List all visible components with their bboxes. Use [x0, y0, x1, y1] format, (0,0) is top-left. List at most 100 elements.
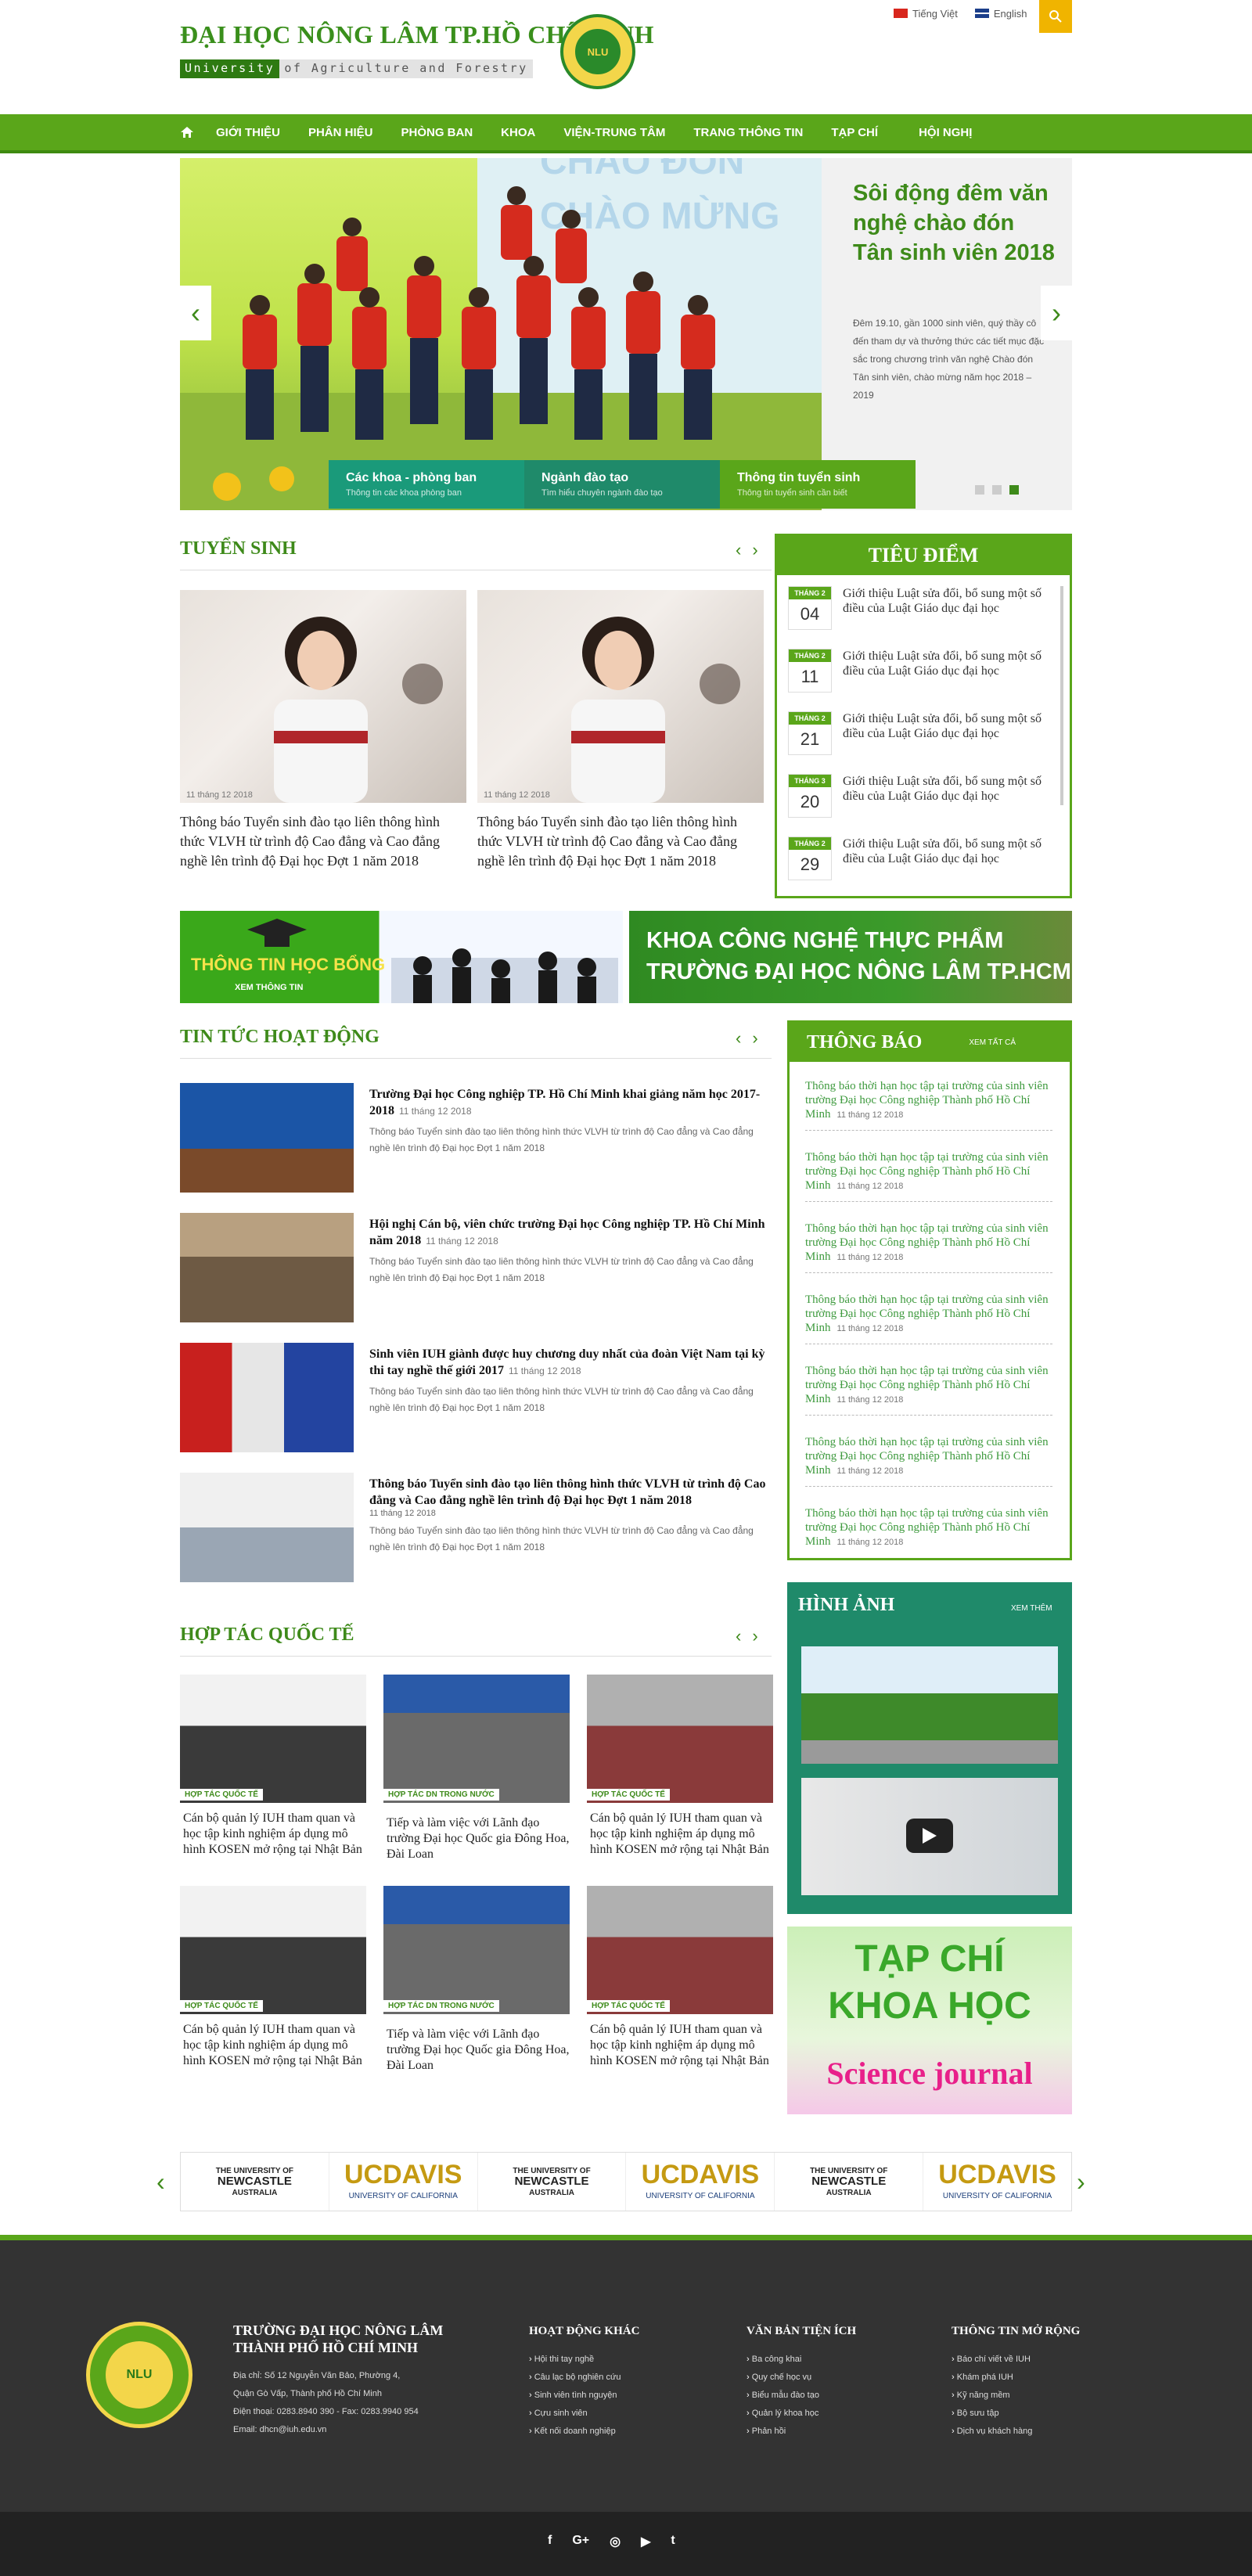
footer-link[interactable]: Kết nối doanh nghiệp [529, 2423, 639, 2441]
tieu-diem-item[interactable]: THÁNG 2 11 Giới thiệu Luật sửa đổi, bổ sun… [788, 649, 1046, 705]
gallery-image[interactable] [801, 1646, 1058, 1764]
footer-logo[interactable]: NLU [86, 2322, 192, 2428]
footer-link[interactable]: Bộ sưu tập [952, 2405, 1080, 2423]
tuyen-sinh-card-title[interactable]: Thông báo Tuyển sinh đào tạo liên thông … [477, 812, 764, 871]
tin-tuc-pager[interactable]: ‹› [736, 1028, 769, 1049]
news-item[interactable]: Thông báo Tuyển sinh đào tạo liên thông … [180, 1473, 772, 1585]
nav-item-gioi-thieu[interactable]: GIỚI THIỆU [202, 114, 294, 150]
partner-logo-ucdavis[interactable]: UCDAVIS UNIVERSITY OF CALIFORNIA [626, 2153, 775, 2211]
google-plus-icon[interactable]: G+ [572, 2534, 589, 2549]
footer-col-hoat-dong: HOẠT ĐỘNG KHÁC Hội thi tay nghề Câu lạc … [529, 2325, 639, 2441]
footer-link[interactable]: Dịch vụ khách hàng [952, 2423, 1080, 2441]
tuyen-sinh-card-image[interactable]: 11 tháng 12 2018 [180, 590, 466, 803]
tieu-diem-item[interactable]: THÁNG 2 29 Giới thiệu Luật sửa đổi, bổ sun… [788, 836, 1046, 893]
footer-link[interactable]: Báo chí viết về IUH [952, 2351, 1080, 2369]
tieu-diem-title: TIÊU ĐIỂM [777, 536, 1070, 575]
slider-dot[interactable] [975, 485, 984, 495]
news-item[interactable]: Hội nghị Cán bộ, viên chức trường Đại họ… [180, 1213, 772, 1326]
slider-dot[interactable] [992, 485, 1002, 495]
nav-item-hoi-nghi[interactable]: HỘI NGHỊ [905, 114, 986, 150]
nav-item-phan-hieu[interactable]: PHÂN HIỆU [294, 114, 387, 150]
tieu-diem-item[interactable]: THÁNG 2 04 Giới thiệu Luật sửa đổi, bổ sun… [788, 586, 1046, 642]
view-all-link[interactable]: XEM TẤT CẢ [969, 1038, 1016, 1047]
thong-bao-item[interactable]: Thông báo thời hạn học tập tại trường củ… [805, 1150, 1052, 1202]
youtube-icon[interactable]: ▶ [641, 2534, 650, 2549]
footer-link[interactable]: Phản hồi [747, 2423, 856, 2441]
twitter-icon[interactable]: t [671, 2534, 675, 2549]
slider-dot-active[interactable] [1009, 485, 1019, 495]
tab-nganh-dao-tao[interactable]: Ngành đào tạo Tìm hiểu chuyên ngành đào t… [524, 460, 720, 509]
nav-item-phong-ban[interactable]: PHÒNG BAN [387, 114, 487, 150]
tieu-diem-item[interactable]: THÁNG 3 20 Giới thiệu Luật sửa đổi, bổ sun… [788, 774, 1046, 830]
footer-col-thong-tin: THÔNG TIN MỞ RỘNG Báo chí viết về IUH Kh… [952, 2325, 1080, 2441]
footer-link[interactable]: Kỹ năng mềm [952, 2387, 1080, 2405]
partners-prev-button[interactable]: ‹ [156, 2168, 165, 2196]
tuyen-sinh-card-image[interactable]: 11 tháng 12 2018 [477, 590, 764, 803]
partners-next-button[interactable]: › [1077, 2168, 1085, 2196]
khoa-cong-nghe-thuc-pham-banner[interactable]: KHOA CÔNG NGHỆ THỰC PHẨM TRƯỜNG ĐẠI HỌC … [629, 911, 1072, 1003]
footer-link[interactable]: Quản lý khoa học [747, 2405, 856, 2423]
thong-bao-item[interactable]: Thông báo thời hạn học tập tại trường củ… [805, 1293, 1052, 1344]
footer-bottom-bar: f G+ ◎ ▶ t [0, 2512, 1252, 2576]
footer-link[interactable]: Biểu mẫu đào tạo [747, 2387, 856, 2405]
tab-thong-tin-tuyen-sinh[interactable]: Thông tin tuyển sinh Thông tin tuyển sinh… [720, 460, 916, 509]
partner-logo-newcastle[interactable]: THE UNIVERSITY OF NEWCASTLE AUSTRALIA [478, 2153, 627, 2211]
hoc-bong-banner[interactable]: THÔNG TIN HỌC BỔNG XEM THÔNG TIN [180, 911, 623, 1003]
tieu-diem-item[interactable]: THÁNG 2 21 Giới thiệu Luật sửa đổi, bổ sun… [788, 711, 1046, 768]
nav-item-tap-chi[interactable]: TẠP CHÍ [817, 114, 905, 150]
lang-vi-link[interactable]: Tiếng Việt [894, 8, 958, 20]
partners-carousel: THE UNIVERSITY OF NEWCASTLE AUSTRALIA UCDA… [180, 2152, 1072, 2211]
slider-next-button[interactable]: › [1041, 286, 1072, 340]
news-thumbnail[interactable] [180, 1213, 354, 1322]
search-button[interactable] [1039, 0, 1072, 33]
svg-text:CHÀO ĐÓN: CHÀO ĐÓN [540, 158, 744, 182]
nav-item-trang-thong-tin[interactable]: TRANG THÔNG TIN [679, 114, 817, 150]
facebook-icon[interactable]: f [548, 2534, 552, 2549]
slide-caption-panel: Sôi động đêm văn nghệ chào đón Tân sinh … [822, 158, 1072, 510]
footer-link[interactable]: Sinh viên tình nguyện [529, 2387, 639, 2405]
home-icon[interactable] [180, 114, 202, 150]
tuyen-sinh-pager[interactable]: ‹› [736, 540, 769, 560]
tuyen-sinh-card-title[interactable]: Thông báo Tuyển sinh đào tạo liên thông … [180, 812, 466, 871]
section-title-tin-tuc: TIN TỨC HOẠT ĐỘNG [180, 1027, 380, 1047]
scrollbar[interactable] [1060, 586, 1063, 805]
footer-link[interactable]: Khám phá IUH [952, 2369, 1080, 2387]
play-icon[interactable] [906, 1819, 953, 1853]
footer-link[interactable]: Hội thi tay nghề [529, 2351, 639, 2369]
news-thumbnail[interactable] [180, 1343, 354, 1452]
lang-en-link[interactable]: English [974, 8, 1027, 20]
university-seal-logo[interactable]: NLU [560, 14, 635, 89]
footer-link[interactable]: Quy chế học vụ [747, 2369, 856, 2387]
calendar-badge: THÁNG 2 11 [788, 649, 832, 693]
instagram-icon[interactable]: ◎ [610, 2534, 621, 2549]
tap-chi-khoa-hoc-banner[interactable]: TẠP CHÍ KHOA HỌC Science journal [787, 1927, 1072, 2114]
partner-logo-ucdavis[interactable]: UCDAVIS UNIVERSITY OF CALIFORNIA [329, 2153, 478, 2211]
news-thumbnail[interactable] [180, 1083, 354, 1193]
thong-bao-item[interactable]: Thông báo thời hạn học tập tại trường củ… [805, 1435, 1052, 1487]
thong-bao-item[interactable]: Thông báo thời hạn học tập tại trường củ… [805, 1364, 1052, 1416]
footer-link[interactable]: Ba công khai [747, 2351, 856, 2369]
thong-bao-item[interactable]: Thông báo thời hạn học tập tại trường củ… [805, 1221, 1052, 1273]
news-item[interactable]: Trường Đại học Công nghiệp TP. Hồ Chí Mi… [180, 1083, 772, 1196]
footer-link[interactable]: Câu lạc bộ nghiên cứu [529, 2369, 639, 2387]
subtitle-part-2: of Agriculture and Forestry [279, 59, 533, 78]
hop-tac-pager[interactable]: ‹› [736, 1626, 769, 1646]
gallery-video[interactable] [801, 1778, 1058, 1895]
thong-bao-item[interactable]: Thông báo thời hạn học tập tại trường củ… [805, 1079, 1052, 1131]
footer-link[interactable]: Cựu sinh viên [529, 2405, 639, 2423]
nav-item-khoa[interactable]: KHOA [487, 114, 549, 150]
view-more-link[interactable]: XEM THÊM [1011, 1604, 1052, 1613]
slider-prev-button[interactable]: ‹ [180, 286, 211, 340]
slide-title[interactable]: Sôi động đêm văn nghệ chào đón Tân sinh … [853, 178, 1056, 268]
news-item[interactable]: Sinh viên IUH giành được huy chương duy … [180, 1343, 772, 1455]
partner-logo-ucdavis[interactable]: UCDAVIS UNIVERSITY OF CALIFORNIA [923, 2153, 1071, 2211]
slider-dots [975, 485, 1019, 495]
news-thumbnail[interactable] [180, 1473, 354, 1582]
partner-logo-newcastle[interactable]: THE UNIVERSITY OF NEWCASTLE AUSTRALIA [775, 2153, 924, 2211]
partner-logo-newcastle[interactable]: THE UNIVERSITY OF NEWCASTLE AUSTRALIA [181, 2153, 329, 2211]
nav-item-vien-trung-tam[interactable]: VIỆN-TRUNG TÂM [549, 114, 679, 150]
thong-bao-item[interactable]: Thông báo thời hạn học tập tại trường củ… [805, 1506, 1052, 1557]
tab-cac-khoa[interactable]: Các khoa - phòng ban Thông tin các khoa p… [329, 460, 524, 509]
footer-school-name: TRƯỜNG ĐẠI HỌC NÔNG LÂM THÀNH PHỐ HỒ CHÍ… [233, 2322, 444, 2355]
chevron-right-icon: › [1052, 297, 1061, 329]
